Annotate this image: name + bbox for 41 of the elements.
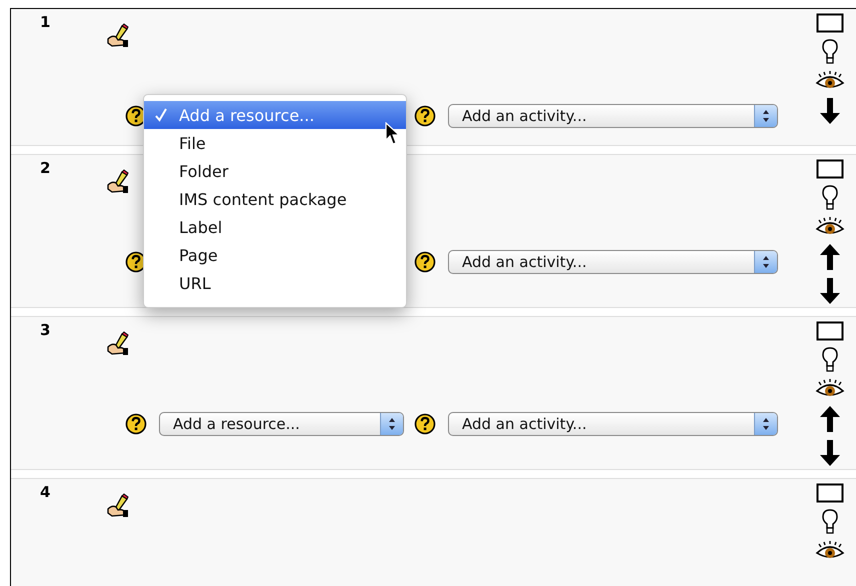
eye-icon[interactable]: [815, 71, 845, 91]
help-icon[interactable]: [414, 413, 436, 435]
help-icon[interactable]: [125, 413, 147, 435]
section-number: 4: [40, 483, 50, 501]
resource-select[interactable]: Add a resource...: [159, 412, 404, 436]
menu-item[interactable]: File: [144, 129, 406, 157]
down-arrow-icon[interactable]: [818, 439, 842, 467]
menu-item[interactable]: Folder: [144, 157, 406, 185]
lightbulb-icon[interactable]: [821, 347, 839, 373]
menu-item[interactable]: Add a resource...: [144, 101, 406, 129]
square-icon[interactable]: [816, 13, 844, 33]
eye-icon[interactable]: [815, 379, 845, 399]
lightbulb-icon[interactable]: [821, 39, 839, 65]
section-number: 1: [40, 13, 50, 31]
stepper-arrows-icon: [762, 255, 770, 269]
stepper-arrows-icon: [388, 417, 396, 431]
stepper-arrows-icon: [762, 109, 770, 123]
stepper-arrows-icon: [762, 417, 770, 431]
checkmark-icon: [155, 108, 167, 122]
menu-item[interactable]: URL: [144, 269, 406, 297]
activity-select[interactable]: Add an activity...: [448, 104, 778, 128]
square-icon[interactable]: [816, 483, 844, 503]
menu-item[interactable]: Label: [144, 213, 406, 241]
activity-select[interactable]: Add an activity...: [448, 250, 778, 274]
menu-item[interactable]: IMS content package: [144, 185, 406, 213]
menu-item[interactable]: Page: [144, 241, 406, 269]
square-icon[interactable]: [816, 159, 844, 179]
square-icon[interactable]: [816, 321, 844, 341]
eye-icon[interactable]: [815, 541, 845, 561]
up-arrow-icon[interactable]: [818, 243, 842, 271]
help-icon[interactable]: [414, 251, 436, 273]
down-arrow-icon[interactable]: [818, 277, 842, 305]
down-arrow-icon[interactable]: [818, 97, 842, 125]
section-number: 3: [40, 321, 50, 339]
lightbulb-icon[interactable]: [821, 185, 839, 211]
section-number: 2: [40, 159, 50, 177]
activity-select[interactable]: Add an activity...: [448, 412, 778, 436]
lightbulb-icon[interactable]: [821, 509, 839, 535]
eye-icon[interactable]: [815, 217, 845, 237]
up-arrow-icon[interactable]: [818, 405, 842, 433]
help-icon[interactable]: [414, 105, 436, 127]
